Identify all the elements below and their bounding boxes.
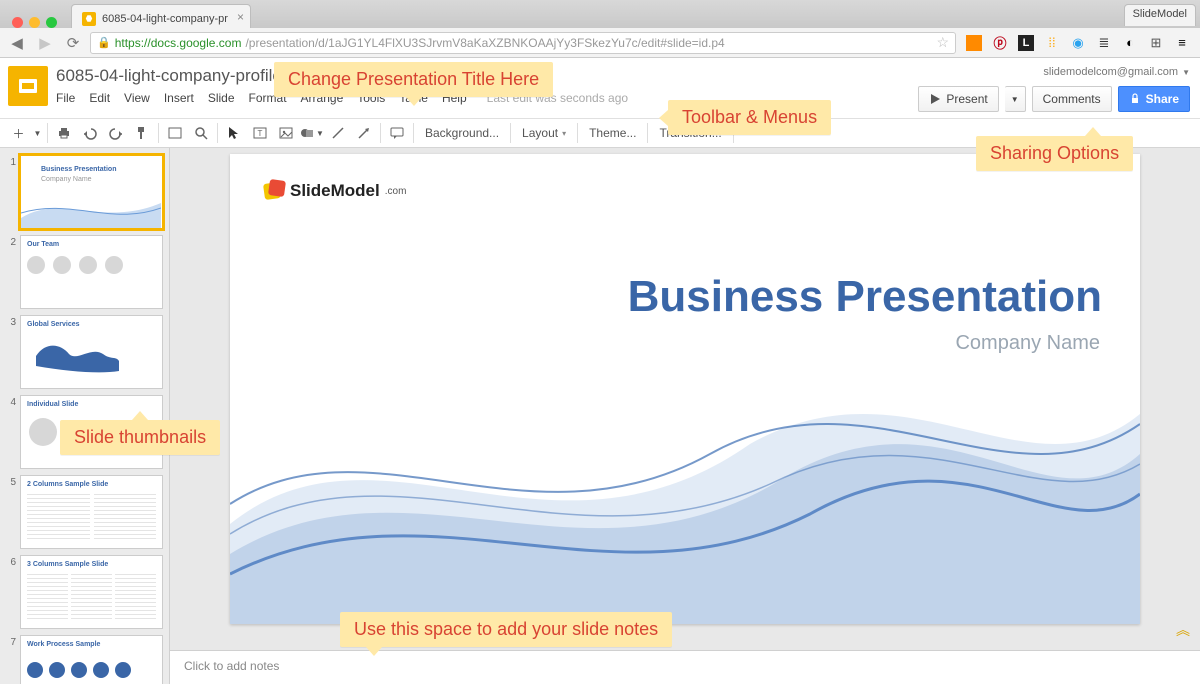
forward-button[interactable]: ▶ <box>34 32 56 54</box>
callout-notes: Use this space to add your slide notes <box>340 612 672 647</box>
present-button[interactable]: Present <box>918 86 998 112</box>
new-slide-button[interactable]: ＋ <box>6 120 32 146</box>
ext-icon-3[interactable]: ◉ <box>1070 35 1086 51</box>
thumb-num: 2 <box>2 235 20 309</box>
zoom-fit-button[interactable] <box>162 120 188 146</box>
back-button[interactable]: ◀ <box>6 32 28 54</box>
address-bar: ◀ ▶ ⟳ 🔒 https://docs.google.com/presenta… <box>0 28 1200 58</box>
callout-toolbar: Toolbar & Menus <box>668 100 831 135</box>
menu-file[interactable]: File <box>56 91 75 105</box>
zoom-window-button[interactable] <box>46 17 57 28</box>
select-tool[interactable] <box>221 120 247 146</box>
ext-icon-4[interactable]: ⊞ <box>1148 35 1164 51</box>
browser-tab[interactable]: 6085-04-light-company-pr × <box>71 4 251 28</box>
tab-title: 6085-04-light-company-pr <box>102 13 228 25</box>
paint-format-button[interactable] <box>129 120 155 146</box>
slide-canvas[interactable]: SlideModel.com Business Presentation Com… <box>230 154 1140 624</box>
close-window-button[interactable] <box>12 17 23 28</box>
redo-button[interactable] <box>103 120 129 146</box>
menu-insert[interactable]: Insert <box>164 91 194 105</box>
thumb-num: 7 <box>2 635 20 684</box>
lock-icon <box>1129 93 1141 105</box>
image-tool[interactable] <box>273 120 299 146</box>
textbox-tool[interactable]: T <box>247 120 273 146</box>
shape-tool[interactable]: ▼ <box>299 120 325 146</box>
slides-favicon <box>82 12 96 26</box>
zoom-button[interactable] <box>188 120 214 146</box>
extension-icons: ⓟ L ⁞⁞ ◉ ≣ ◐ ⊞ ≡ <box>962 35 1194 51</box>
slide-background-wave <box>230 324 1140 624</box>
extension-tab[interactable]: SlideModel <box>1124 4 1196 26</box>
menu-view[interactable]: View <box>124 91 150 105</box>
present-label: Present <box>946 92 987 106</box>
pinterest-icon[interactable]: ⓟ <box>992 35 1008 51</box>
arrow-tool[interactable] <box>351 120 377 146</box>
menu-slide[interactable]: Slide <box>208 91 235 105</box>
present-dropdown-button[interactable]: ▼ <box>1005 86 1026 112</box>
close-tab-icon[interactable]: × <box>237 10 244 24</box>
thumb-2[interactable]: Our Team <box>20 235 163 309</box>
ext-icon-1[interactable] <box>966 35 982 51</box>
buffer-icon[interactable]: ≣ <box>1096 35 1112 51</box>
slidemodel-logo: SlideModel .com <box>264 180 406 202</box>
svg-text:T: T <box>257 129 262 138</box>
logo-suffix: .com <box>385 186 407 197</box>
collapse-notes-icon[interactable]: ︽ <box>1176 620 1190 640</box>
logo-text: SlideModel <box>290 181 380 201</box>
url-domain: https://docs.google.com <box>115 36 242 50</box>
ext-icon-l[interactable]: L <box>1018 35 1034 51</box>
share-label: Share <box>1146 92 1179 106</box>
chrome-menu-icon[interactable]: ≡ <box>1174 35 1190 51</box>
thumb-num: 6 <box>2 555 20 629</box>
thumb-7[interactable]: Work Process Sample <box>20 635 163 684</box>
callout-title: Change Presentation Title Here <box>274 62 553 97</box>
menu-edit[interactable]: Edit <box>89 91 110 105</box>
lock-icon: 🔒 <box>97 36 111 49</box>
callout-thumbs: Slide thumbnails <box>60 420 220 455</box>
title-base: 6085-04-light-company-profile <box>56 66 282 86</box>
comment-tool[interactable] <box>384 120 410 146</box>
callout-sharing: Sharing Options <box>976 136 1133 171</box>
thumb-num: 4 <box>2 395 20 469</box>
thumb-5[interactable]: 2 Columns Sample Slide <box>20 475 163 549</box>
slides-logo[interactable] <box>8 66 48 106</box>
speaker-notes[interactable]: Click to add notes <box>170 650 1200 684</box>
theme-button[interactable]: Theme... <box>581 120 644 146</box>
minimize-window-button[interactable] <box>29 17 40 28</box>
slide-title[interactable]: Business Presentation <box>628 272 1102 322</box>
layout-button[interactable]: Layout <box>514 120 574 146</box>
ext-icon-2[interactable]: ⁞⁞ <box>1044 35 1060 51</box>
thumb-num: 5 <box>2 475 20 549</box>
account-email[interactable]: slidemodelcom@gmail.com ▼ <box>1043 66 1190 78</box>
thumb-num: 1 <box>2 155 20 229</box>
bookmark-star-icon[interactable]: ☆ <box>936 34 949 51</box>
canvas-area: SlideModel.com Business Presentation Com… <box>170 148 1200 684</box>
main-area: 1 Business Presentation Company Name 2 O… <box>0 148 1200 684</box>
account-dropdown-icon: ▼ <box>1182 68 1190 77</box>
reload-button[interactable]: ⟳ <box>62 32 84 54</box>
comments-button[interactable]: Comments <box>1032 86 1112 112</box>
browser-chrome: 6085-04-light-company-pr × SlideModel ◀ … <box>0 0 1200 58</box>
thumb-6[interactable]: 3 Columns Sample Slide <box>20 555 163 629</box>
print-button[interactable] <box>51 120 77 146</box>
thumb-num: 3 <box>2 315 20 389</box>
line-tool[interactable] <box>325 120 351 146</box>
undo-button[interactable] <box>77 120 103 146</box>
chrome-icon[interactable]: ◐ <box>1122 35 1138 51</box>
account-email-text: slidemodelcom@gmail.com <box>1043 66 1178 78</box>
app-header: 6085-04-light-company-profile.pptx File … <box>0 58 1200 112</box>
url-path: /presentation/d/1aJG1YL4FlXU3SJrvmV8aKaX… <box>245 36 724 50</box>
window-controls <box>6 11 65 28</box>
play-icon <box>929 93 941 105</box>
url-field[interactable]: 🔒 https://docs.google.com/presentation/d… <box>90 32 956 54</box>
thumb-1[interactable]: Business Presentation Company Name <box>20 155 163 229</box>
tab-bar: 6085-04-light-company-pr × SlideModel <box>0 0 1200 28</box>
new-slide-dropdown[interactable]: ▼ <box>32 120 44 146</box>
thumb-3[interactable]: Global Services <box>20 315 163 389</box>
background-button[interactable]: Background... <box>417 120 507 146</box>
share-button[interactable]: Share <box>1118 86 1190 112</box>
